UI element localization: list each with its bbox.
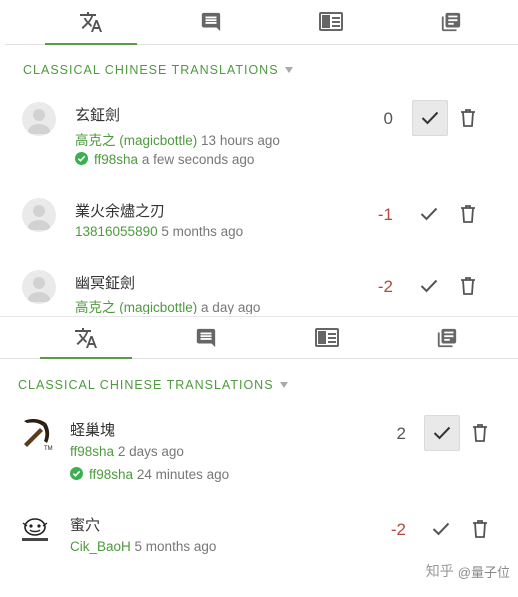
tab-bar	[5, 0, 518, 45]
approval-meta: ff98sha 24 minutes ago	[70, 467, 229, 482]
vote-score: 0	[383, 109, 393, 128]
author-link[interactable]: ff98sha	[70, 444, 114, 459]
check-icon	[420, 279, 438, 293]
delete-button[interactable]	[469, 421, 491, 445]
translate-icon	[75, 327, 97, 348]
author-link[interactable]: 高克之 (magicbottle)	[75, 300, 197, 314]
suggestion-row: 玄鉦劍 高克之 (magicbottle) 13 hours ago ff98s…	[5, 96, 518, 176]
tab-glossary[interactable]	[281, 317, 373, 358]
trash-icon	[473, 520, 487, 538]
cartoon-face-icon	[22, 518, 48, 541]
trash-icon	[461, 109, 475, 127]
avatar	[22, 102, 56, 136]
check-icon	[433, 426, 451, 440]
svg-text:TM: TM	[44, 446, 53, 451]
vote-score: -2	[377, 277, 393, 296]
author-link[interactable]: 高克之 (magicbottle)	[75, 133, 197, 148]
section-title-label: CLASSICAL CHINESE TRANSLATIONS	[18, 378, 274, 392]
translate-icon	[80, 12, 102, 32]
approve-button[interactable]	[412, 100, 448, 136]
timestamp: 2 days ago	[117, 444, 184, 459]
suggestion-text: 業火余燼之刃	[75, 203, 166, 220]
tab-translations[interactable]	[40, 317, 132, 359]
approved-check-icon	[75, 152, 88, 165]
comment-icon	[201, 12, 221, 32]
timestamp: 5 months ago	[134, 539, 217, 554]
watermark-handle: @量子位	[457, 564, 510, 580]
tab-translations[interactable]	[45, 0, 137, 45]
suggestion-text: 玄鉦劍	[75, 107, 121, 124]
section-title[interactable]: CLASSICAL CHINESE TRANSLATIONS	[18, 378, 288, 392]
suggestion-row: 幽冥鉦劍 高克之 (magicbottle) a day ago -2	[5, 264, 518, 314]
copy-icon	[441, 12, 461, 32]
glossary-icon	[319, 12, 343, 31]
comment-icon	[196, 328, 216, 347]
delete-button[interactable]	[469, 517, 491, 541]
approval-meta: ff98sha a few seconds ago	[75, 152, 254, 167]
approve-button[interactable]	[424, 512, 458, 546]
watermark-text: 知乎	[425, 563, 454, 579]
check-icon	[420, 207, 438, 221]
timestamp: a day ago	[201, 300, 261, 314]
approver-link[interactable]: ff98sha	[94, 152, 138, 167]
approver-link[interactable]: ff98sha	[89, 467, 133, 482]
suggestion-meta: Cik_BaoH 5 months ago	[70, 539, 216, 554]
approve-button[interactable]	[412, 197, 446, 231]
suggestion-row: 蜜穴 Cik_BaoH 5 months ago -2	[0, 507, 518, 563]
copy-icon	[437, 328, 457, 347]
tab-comments[interactable]	[165, 0, 257, 44]
author-link[interactable]: Cik_BaoH	[70, 539, 131, 554]
avatar	[22, 198, 56, 232]
approval-timestamp: a few seconds ago	[141, 152, 255, 167]
vote-score: -2	[390, 520, 406, 539]
tab-history[interactable]	[405, 0, 497, 44]
approved-check-icon	[70, 467, 83, 480]
watermark: 知乎 @量子位	[426, 561, 510, 581]
approval-timestamp: 24 minutes ago	[136, 467, 230, 482]
check-icon	[432, 522, 450, 536]
timestamp: 13 hours ago	[201, 133, 280, 148]
trash-icon	[473, 424, 487, 442]
section-title[interactable]: CLASSICAL CHINESE TRANSLATIONS	[23, 63, 293, 77]
suggestion-row: TM 蛏巢塊 ff98sha 2 days ago ff98sha 24 min…	[0, 411, 518, 491]
user-placeholder-icon	[27, 277, 51, 302]
delete-button[interactable]	[457, 106, 479, 130]
approve-button[interactable]	[424, 415, 460, 451]
author-link[interactable]: 13816055890	[75, 224, 158, 239]
tab-bar	[0, 317, 518, 359]
tab-history[interactable]	[401, 317, 493, 358]
suggestion-text: 幽冥鉦劍	[75, 275, 136, 292]
avatar-cartoon	[18, 513, 52, 547]
trash-icon	[461, 205, 475, 223]
delete-button[interactable]	[457, 274, 479, 298]
translation-panel-bottom: CLASSICAL CHINESE TRANSLATIONS TM 蛏巢塊 ff…	[0, 316, 518, 597]
tab-comments[interactable]	[160, 317, 252, 358]
avatar-pickaxe: TM	[20, 417, 54, 452]
suggestion-text: 蛏巢塊	[70, 422, 116, 439]
approve-button[interactable]	[412, 269, 446, 303]
tab-glossary[interactable]	[285, 0, 377, 44]
delete-button[interactable]	[457, 202, 479, 226]
dropdown-caret-icon	[284, 67, 293, 73]
vote-score: -1	[377, 205, 393, 224]
pickaxe-icon: TM	[24, 418, 53, 452]
section-title-label: CLASSICAL CHINESE TRANSLATIONS	[23, 63, 279, 77]
vote-score: 2	[396, 424, 406, 443]
trash-icon	[461, 277, 475, 295]
user-placeholder-icon	[27, 205, 51, 230]
dropdown-caret-icon	[279, 382, 288, 388]
suggestion-meta: ff98sha 2 days ago	[70, 444, 184, 459]
avatar	[22, 270, 56, 304]
suggestion-text: 蜜穴	[70, 517, 101, 534]
glossary-icon	[315, 327, 339, 347]
user-placeholder-icon	[27, 109, 51, 134]
suggestion-meta: 13816055890 5 months ago	[75, 224, 243, 239]
suggestion-meta: 高克之 (magicbottle) a day ago	[75, 296, 260, 314]
suggestion-row: 業火余燼之刃 13816055890 5 months ago -1	[5, 192, 518, 248]
suggestion-meta: 高克之 (magicbottle) 13 hours ago	[75, 129, 280, 149]
translation-panel-top: CLASSICAL CHINESE TRANSLATIONS 玄鉦劍 高克之 (…	[5, 0, 518, 314]
check-icon	[421, 111, 439, 125]
timestamp: 5 months ago	[161, 224, 244, 239]
